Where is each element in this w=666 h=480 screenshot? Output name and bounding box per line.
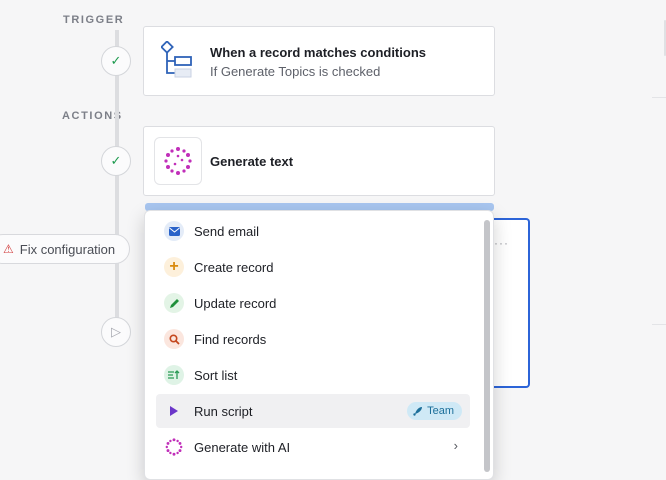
trigger-subtitle: If Generate Topics is checked	[210, 64, 381, 79]
trigger-section-label: TRIGGER	[63, 14, 125, 26]
menu-item-label: Find records	[194, 331, 267, 347]
pencil-icon	[164, 293, 184, 313]
conditions-icon	[154, 37, 202, 85]
action-card-generate-text[interactable]: Generate text	[143, 126, 495, 196]
menu-item-update-record[interactable]: Update record	[156, 286, 470, 320]
chevron-right-icon: ›	[453, 438, 458, 453]
ai-dots-icon	[154, 137, 202, 185]
team-plan-badge: Team	[407, 402, 462, 420]
play-icon	[164, 401, 184, 421]
menu-scrollbar[interactable]	[484, 220, 490, 472]
menu-item-label: Generate with AI	[194, 439, 291, 455]
search-icon	[164, 329, 184, 349]
divider	[652, 97, 666, 98]
menu-item-create-record[interactable]: + Create record	[156, 250, 470, 284]
action-title: Generate text	[210, 154, 294, 169]
menu-item-label: Sort list	[194, 367, 238, 383]
warning-icon: ⚠	[3, 242, 14, 256]
flow-rail	[115, 30, 119, 340]
menu-item-run-script[interactable]: Run script Team	[156, 394, 470, 428]
menu-item-sort-list[interactable]: Sort list	[156, 358, 470, 392]
action-status-node: ✓	[101, 146, 131, 176]
add-action-menu: Send email + Create record Update record…	[144, 210, 494, 480]
rocket-icon	[413, 407, 423, 416]
trigger-status-node: ✓	[101, 46, 131, 76]
menu-item-label: Send email	[194, 223, 260, 239]
fix-configuration-button[interactable]: ⚠ Fix configuration	[0, 234, 130, 264]
ai-dots-icon	[164, 437, 184, 457]
check-icon: ✓	[110, 153, 122, 168]
plus-icon: +	[164, 257, 184, 277]
fix-configuration-label: Fix configuration	[19, 241, 116, 257]
trigger-card[interactable]: When a record matches conditions If Gene…	[143, 26, 495, 96]
play-outline-icon: ▷	[111, 324, 121, 339]
divider	[652, 324, 666, 325]
sort-icon	[164, 365, 184, 385]
envelope-icon	[164, 221, 184, 241]
check-icon: ✓	[110, 53, 122, 68]
menu-item-label: Run script	[194, 403, 253, 419]
menu-item-find-records[interactable]: Find records	[156, 322, 470, 356]
menu-item-send-email[interactable]: Send email	[156, 214, 470, 248]
menu-item-label: Update record	[194, 295, 277, 311]
menu-item-label: Create record	[194, 259, 274, 275]
menu-item-generate-with-ai[interactable]: Generate with AI ›	[156, 430, 470, 464]
more-options-icon[interactable]: ···	[494, 236, 509, 250]
step-status-node: ▷	[101, 317, 131, 347]
actions-section-label: ACTIONS	[62, 110, 123, 122]
trigger-title: When a record matches conditions	[210, 45, 426, 60]
